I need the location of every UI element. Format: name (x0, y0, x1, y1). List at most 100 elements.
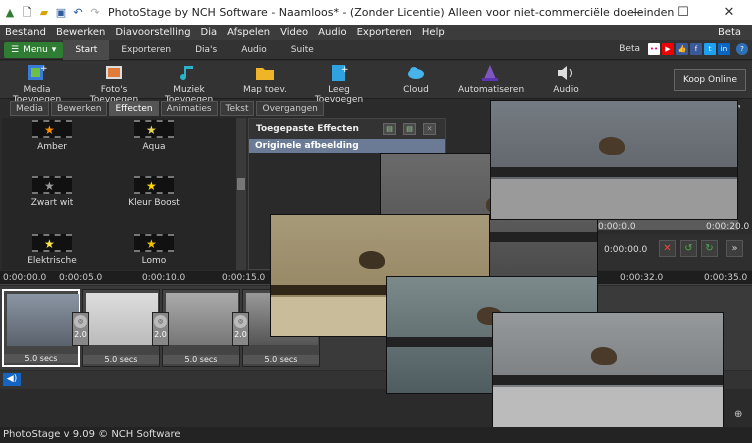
linkedin-icon[interactable]: in (718, 43, 730, 55)
maximize-button[interactable]: ☐ (660, 0, 706, 25)
menu-beta: Beta (717, 27, 741, 38)
folder-icon (256, 68, 274, 80)
tab-exporteren[interactable]: Exporteren (109, 40, 183, 60)
menu-bewerken[interactable]: Bewerken (51, 27, 110, 38)
ruler-tick: 0:00:05.0 (59, 273, 103, 283)
play-icon[interactable]: ↻ (701, 240, 718, 257)
applied-effect-row[interactable]: Originele afbeelding (249, 139, 445, 153)
scrollbar-thumb[interactable] (237, 178, 245, 190)
flickr-icon[interactable]: •• (648, 43, 660, 55)
subtab-effecten[interactable]: Effecten (109, 101, 159, 116)
effect-label: Zwart wit (30, 198, 74, 208)
title-bar: ▲ 🗋 ▰ ▣ ↶ ↷ PhotoStage by NCH Software -… (0, 0, 752, 25)
transition-marker[interactable]: ◎ 2.0 (232, 312, 249, 346)
preview-time-top: 0:00:0.0 (598, 222, 636, 232)
ruler-tick: 0:00:35.0 (704, 273, 748, 283)
menu-button[interactable]: ☰ Menu ▾ (4, 41, 64, 58)
transition-duration: 2.0 (74, 330, 87, 339)
speaker-icon (558, 66, 572, 80)
effect-thumbnail: ★ (32, 234, 72, 252)
menu-exporteren[interactable]: Exporteren (352, 27, 417, 38)
beta-label: Beta (619, 44, 640, 54)
transition-marker[interactable]: ◎ 2.0 (72, 312, 89, 346)
twitter-icon[interactable]: t (704, 43, 716, 55)
menu-dia[interactable]: Dia (196, 27, 223, 38)
subtab-overgangen[interactable]: Overgangen (256, 101, 324, 116)
transition-icon: ◎ (74, 315, 87, 328)
timeline-clip[interactable]: 5.0 secs (162, 289, 240, 367)
menu-bestand[interactable]: Bestand (0, 27, 51, 38)
menu-audio[interactable]: Audio (313, 27, 351, 38)
menu-video[interactable]: Video (275, 27, 313, 38)
rewind-icon[interactable]: ↺ (680, 240, 697, 257)
facebook-icon[interactable]: f (690, 43, 702, 55)
delete-effect-icon[interactable]: ✕ (423, 123, 436, 135)
panel-tabs: Media Bewerken Effecten Animaties Tekst … (0, 101, 446, 117)
audio-label: Audio (553, 85, 579, 95)
timeline-clip[interactable]: 5.0 secs (2, 289, 80, 367)
effect-kleur-boost[interactable]: ★ Kleur Boost (114, 176, 194, 208)
effect-label: Lomo (141, 256, 167, 266)
tab-start[interactable]: Start (63, 39, 110, 60)
subtab-animaties[interactable]: Animaties (160, 101, 218, 116)
menu-help[interactable]: Help (417, 27, 450, 38)
effect-thumbnail: ★ (134, 234, 174, 252)
effect-lomo[interactable]: ★ Lomo (114, 234, 194, 266)
filmstrip-icon[interactable]: ▤ (383, 123, 396, 135)
audio-button[interactable]: Audio (550, 63, 582, 95)
fast-forward-icon[interactable]: » (726, 240, 743, 257)
like-icon[interactable]: 👍 (676, 43, 688, 55)
youtube-icon[interactable]: ▶ (662, 43, 674, 55)
fotos-toevoegen-button[interactable]: Foto's Toevoegen (80, 63, 148, 105)
effects-scrollbar[interactable] (236, 118, 246, 270)
filmstrip-add-icon[interactable]: ▤ (403, 123, 416, 135)
new-file-icon[interactable]: 🗋 (20, 6, 34, 20)
save-icon[interactable]: ▣ (54, 6, 68, 20)
subtab-bewerken[interactable]: Bewerken (51, 101, 108, 116)
map-toev-label: Map toev. (243, 85, 287, 95)
subtab-tekst[interactable]: Tekst (219, 101, 255, 116)
ruler-tick: 0:00:15.0 (222, 273, 266, 283)
transition-duration: 2.0 (234, 330, 247, 339)
tab-audio[interactable]: Audio (229, 40, 279, 60)
minimize-button[interactable]: — (614, 0, 660, 25)
tab-dias[interactable]: Dia's (183, 40, 229, 60)
tab-suite[interactable]: Suite (279, 40, 326, 60)
ruler-tick: 0:00:10.0 (142, 273, 186, 283)
blank-slide-icon: + (332, 65, 349, 81)
media-toevoegen-button[interactable]: + Media Toevoegen (6, 63, 68, 105)
cloud-icon (408, 67, 424, 79)
undo-icon[interactable]: ↶ (71, 6, 85, 20)
star-icon: ★ (146, 123, 157, 137)
subtab-media[interactable]: Media (10, 101, 50, 116)
automatiseren-button[interactable]: Automatiseren (458, 63, 524, 95)
effect-amber[interactable]: ★ Amber (12, 120, 92, 152)
muziek-toevoegen-button[interactable]: Muziek Toevoegen (153, 63, 225, 105)
zoom-icon[interactable]: ⊕ (734, 409, 748, 423)
map-toev-button[interactable]: Map toev. (243, 63, 287, 95)
help-icon[interactable]: ? (736, 43, 748, 55)
svg-text:+: + (341, 65, 349, 75)
preview-time-right: 0:00:20.0 (706, 222, 750, 232)
open-folder-icon[interactable]: ▰ (37, 6, 51, 20)
close-button[interactable]: ✕ (706, 0, 752, 25)
effect-thumbnail: ★ (134, 176, 174, 194)
star-icon: ★ (44, 123, 55, 137)
chevron-down-icon: ▾ (51, 44, 57, 55)
menu-diavoorstelling[interactable]: Diavoorstelling (110, 27, 195, 38)
effect-elektrische[interactable]: ★ Elektrische (12, 234, 92, 266)
cloud-button[interactable]: Cloud (396, 63, 436, 95)
leeg-toevoegen-button[interactable]: + Leeg Toevoegen (306, 63, 372, 105)
effect-zwart-wit[interactable]: ★ Zwart wit (12, 176, 92, 208)
koop-online-button[interactable]: Koop Online (674, 69, 746, 91)
audio-track-icon[interactable]: ◀) (3, 373, 21, 386)
star-icon: ★ (146, 179, 157, 193)
clip-duration: 5.0 secs (243, 355, 319, 364)
app-logo-icon: ▲ (5, 5, 15, 19)
stop-icon[interactable]: ✕ (659, 240, 676, 257)
effect-aqua[interactable]: ★ Aqua (114, 120, 194, 152)
redo-icon[interactable]: ↷ (88, 6, 102, 20)
transition-marker[interactable]: ◎ 2.0 (152, 312, 169, 346)
menu-afspelen[interactable]: Afspelen (222, 27, 275, 38)
timeline-clip[interactable]: 5.0 secs (82, 289, 160, 367)
